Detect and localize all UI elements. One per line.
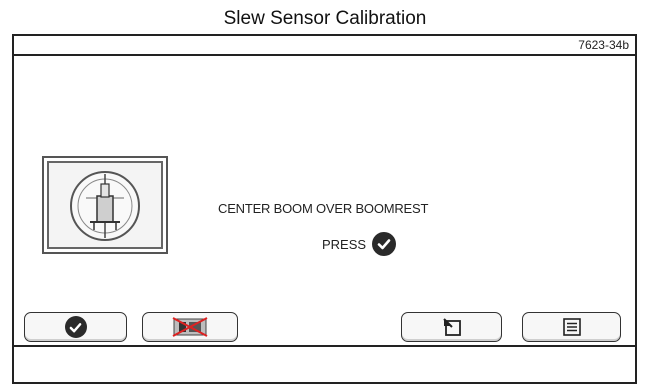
calibration-screen: CENTER BOOM OVER BOOMREST PRESS bbox=[14, 56, 635, 347]
menu-button[interactable] bbox=[522, 312, 621, 342]
figure-caption: Slew Sensor Calibration bbox=[223, 8, 427, 29]
display-frame: 7623-34b CENTER BOOM OVER BOOMREST PRESS bbox=[12, 34, 637, 384]
checkmark-icon bbox=[372, 232, 397, 256]
confirm-button[interactable] bbox=[24, 312, 127, 342]
crossed-out-icon bbox=[172, 317, 208, 337]
return-arrow-icon bbox=[442, 318, 461, 336]
figure-reference: 7623-34b bbox=[578, 38, 629, 52]
slew-boom-center-icon bbox=[42, 156, 168, 254]
checkmark-icon bbox=[64, 316, 87, 338]
menu-list-icon bbox=[562, 318, 581, 336]
press-label: PRESS bbox=[322, 236, 367, 252]
disabled-function-button[interactable] bbox=[142, 312, 238, 342]
back-button[interactable] bbox=[401, 312, 502, 342]
figure-reference-row: 7623-34b bbox=[14, 36, 635, 56]
press-prompt: PRESS bbox=[322, 231, 397, 257]
instruction-text: CENTER BOOM OVER BOOMREST bbox=[218, 201, 429, 216]
boom-over-boomrest-icon bbox=[70, 171, 140, 241]
